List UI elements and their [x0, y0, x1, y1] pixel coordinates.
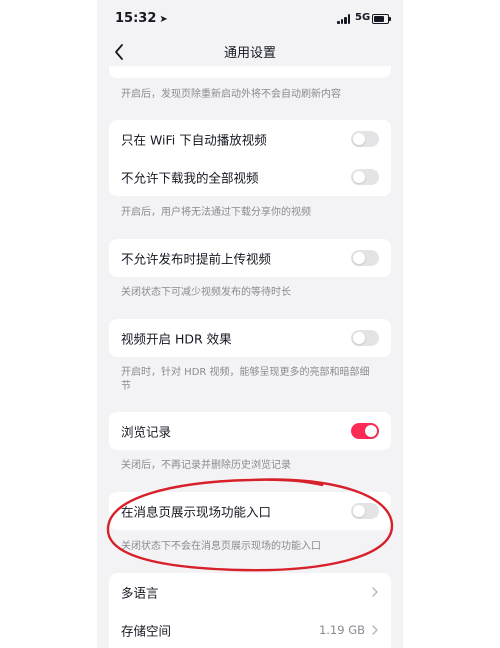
toggle-knob	[353, 252, 365, 264]
wifi-autoplay-label: 只在 WiFi 下自动播放视频	[121, 132, 267, 148]
nav-bar: 通用设置	[97, 38, 403, 66]
storage-row[interactable]: 存储空间 1.19 GB	[109, 611, 391, 648]
history-label: 浏览记录	[121, 424, 172, 440]
hint-message: 关闭状态下不会在消息页展示现场的功能入口	[121, 541, 321, 552]
location-arrow-icon: ➤	[159, 14, 168, 25]
chevron-right-icon	[372, 625, 378, 635]
wifi-autoplay-toggle[interactable]	[351, 131, 379, 147]
settings-card-upload: 不允许发布时提前上传视频	[109, 239, 391, 277]
language-label: 多语言	[121, 585, 159, 601]
battery-icon	[372, 14, 391, 24]
hdr-toggle[interactable]	[351, 330, 379, 346]
status-bar: 15:32 ➤ 5G	[97, 0, 403, 38]
hint-hdr: 开启时，针对 HDR 视频，能够呈现更多的亮部和暗部细节	[121, 367, 370, 392]
hdr-label: 视频开启 HDR 效果	[121, 331, 232, 347]
hint-refresh: 开启后，发现页除重新启动外将不会自动刷新内容	[121, 89, 341, 100]
chevron-right-icon	[372, 587, 378, 597]
message-entry-row[interactable]: 在消息页展示现场功能入口	[109, 492, 391, 530]
message-entry-label: 在消息页展示现场功能入口	[121, 504, 272, 520]
toggle-knob	[353, 133, 365, 145]
language-row[interactable]: 多语言	[109, 573, 391, 611]
no-download-row[interactable]: 不允许下载我的全部视频	[109, 158, 391, 196]
settings-card-hdr: 视频开启 HDR 效果	[109, 319, 391, 357]
page-title: 通用设置	[223, 46, 276, 61]
history-toggle[interactable]	[351, 423, 379, 439]
settings-card-message: 在消息页展示现场功能入口	[109, 492, 391, 530]
no-download-toggle[interactable]	[351, 169, 379, 185]
wifi-autoplay-row[interactable]: 只在 WiFi 下自动播放视频	[109, 120, 391, 158]
storage-value: 1.19 GB	[318, 623, 365, 637]
settings-card-partial	[109, 66, 391, 78]
signal-bars-icon	[337, 14, 351, 24]
settings-card-playback: 只在 WiFi 下自动播放视频 不允许下载我的全部视频	[109, 120, 391, 196]
upload-early-label: 不允许发布时提前上传视频	[121, 251, 272, 267]
message-entry-toggle[interactable]	[351, 503, 379, 519]
hint-download: 开启后，用户将无法通过下载分享你的视频	[121, 207, 311, 218]
toggle-knob	[365, 425, 377, 437]
settings-card-general: 多语言 存储空间 1.19 GB	[109, 573, 391, 648]
no-download-label: 不允许下载我的全部视频	[121, 170, 259, 186]
hdr-row[interactable]: 视频开启 HDR 效果	[109, 319, 391, 357]
hint-upload: 关闭状态下可减少视频发布的等待时长	[121, 287, 291, 298]
status-time: 15:32 ➤	[115, 11, 168, 26]
history-row[interactable]: 浏览记录	[109, 412, 391, 450]
toggle-knob	[353, 505, 365, 517]
upload-early-row[interactable]: 不允许发布时提前上传视频	[109, 239, 391, 277]
upload-early-toggle[interactable]	[351, 250, 379, 266]
network-type: 5G	[355, 12, 371, 23]
hint-history: 关闭后，不再记录并删除历史浏览记录	[121, 460, 291, 471]
settings-card-history: 浏览记录	[109, 412, 391, 450]
toggle-knob	[353, 332, 365, 344]
toggle-knob	[353, 171, 365, 183]
phone-screen: 15:32 ➤ 5G 通用设置 开启后，发现页除重新启动外将不会自动刷新内容 只在…	[97, 0, 403, 648]
storage-label: 存储空间	[121, 623, 172, 639]
